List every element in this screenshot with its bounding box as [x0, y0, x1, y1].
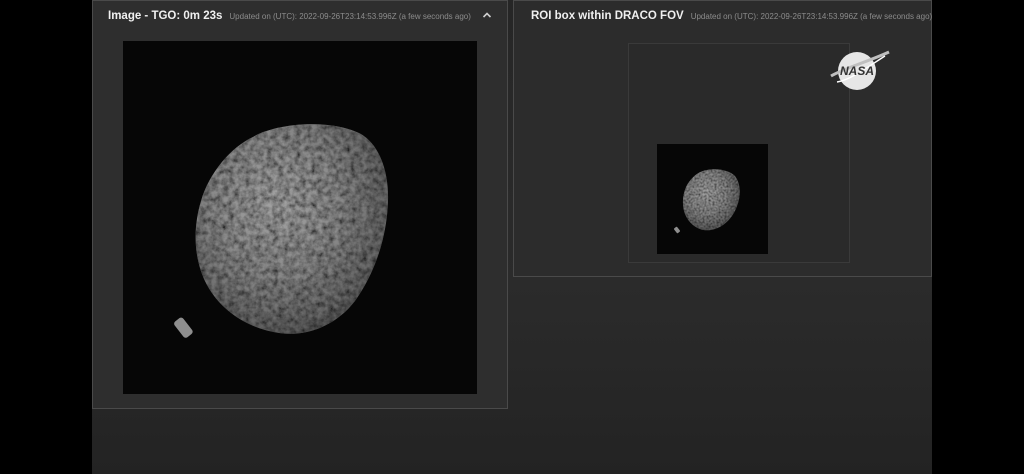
- draco-fov-frame: NASA: [628, 43, 890, 263]
- roi-panel-title: ROI box within DRACO FOV: [531, 10, 684, 22]
- image-panel-updated-timestamp: Updated on (UTC): 2022-09-26T23:14:53.99…: [229, 12, 471, 21]
- roi-panel: ROI box within DRACO FOV Updated on (UTC…: [513, 0, 932, 277]
- image-panel: Image - TGO: 0m 23s Updated on (UTC): 20…: [92, 0, 508, 409]
- chevron-up-icon[interactable]: [481, 9, 493, 21]
- screen: Image - TGO: 0m 23s Updated on (UTC): 20…: [0, 0, 1024, 474]
- nasa-meatball-icon: NASA: [827, 46, 891, 94]
- roi-panel-updated-timestamp: Updated on (UTC): 2022-09-26T23:14:53.99…: [690, 12, 933, 21]
- telemetry-dashboard: Image - TGO: 0m 23s Updated on (UTC): 20…: [92, 0, 932, 474]
- image-panel-title: Image - TGO: 0m 23s: [108, 10, 223, 22]
- roi-box: [657, 144, 768, 254]
- image-panel-header: Image - TGO: 0m 23s Updated on (UTC): 20…: [93, 1, 507, 31]
- draco-image: [123, 41, 477, 394]
- roi-panel-header: ROI box within DRACO FOV Updated on (UTC…: [514, 1, 933, 31]
- nasa-logo-text: NASA: [840, 64, 874, 78]
